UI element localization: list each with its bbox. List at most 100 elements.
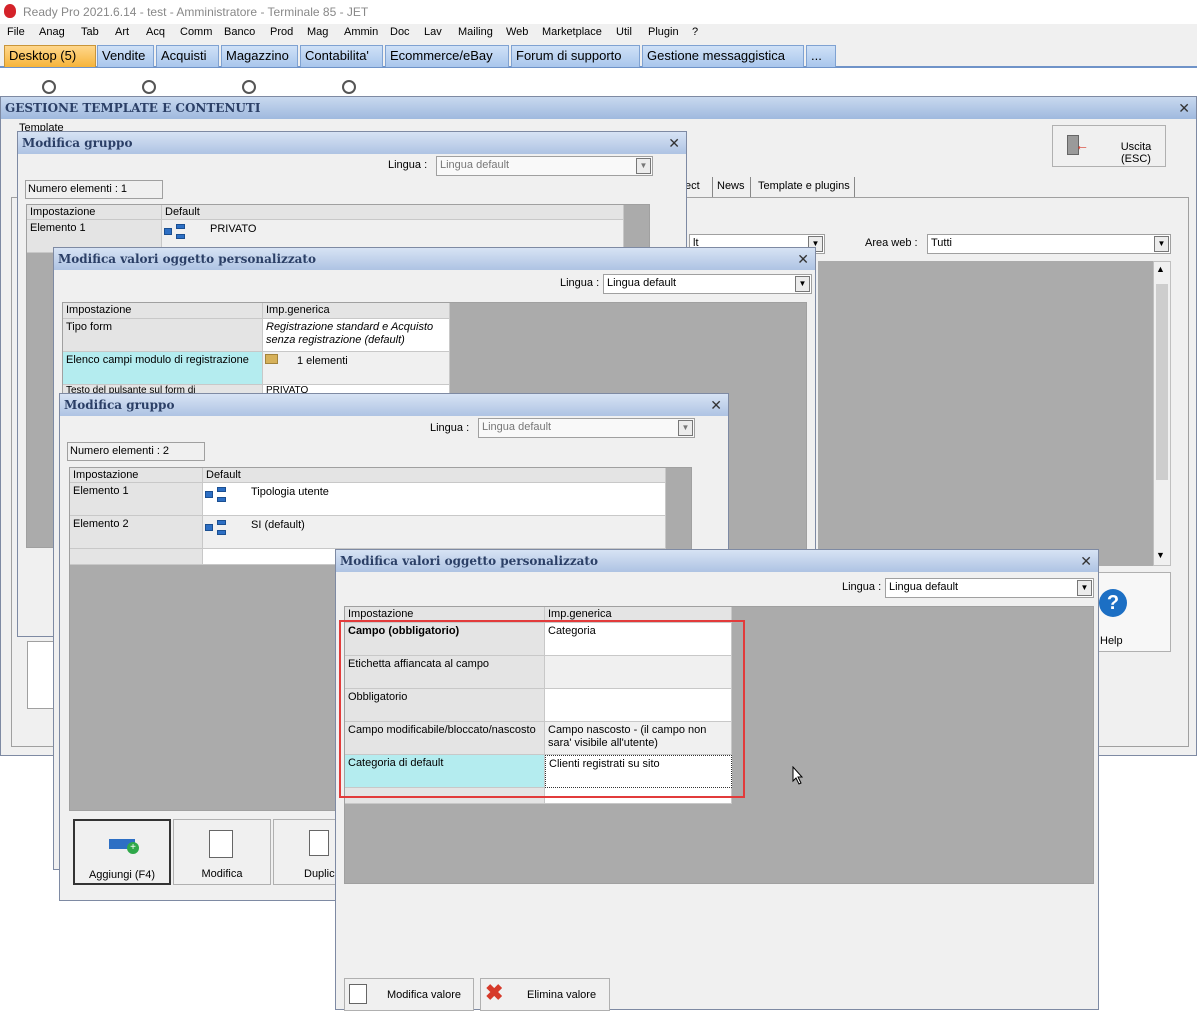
highlight-box (339, 620, 745, 798)
tab-template-plugins[interactable]: Template e plugins (755, 177, 855, 197)
window-title: Modifica valori oggetto personalizzato (340, 554, 598, 568)
edit-icon (209, 830, 233, 858)
lingua-value: Lingua default (482, 421, 552, 433)
add-button[interactable]: + Aggiungi (F4) (73, 819, 171, 885)
user-icon[interactable] (242, 80, 256, 94)
app-title-bar: Ready Pro 2021.6.14 - test - Amministrat… (0, 0, 1197, 24)
user-icon[interactable] (342, 80, 356, 94)
delete-x-icon: ✖ (485, 980, 504, 1005)
user-icon[interactable] (142, 80, 156, 94)
menu-prod[interactable]: Prod (270, 26, 293, 38)
menu-tab[interactable]: Tab (81, 26, 99, 38)
delete-value-button[interactable]: ✖ Elimina valore (480, 978, 610, 1011)
tab-more[interactable]: ... (806, 45, 836, 67)
add-label: Aggiungi (F4) (88, 869, 156, 881)
close-icon[interactable]: ✕ (797, 251, 809, 268)
chevron-down-icon[interactable]: ▼ (678, 420, 693, 436)
column-header: Impostazione (27, 205, 162, 220)
row-value[interactable]: Registrazione standard e Acquisto senza … (263, 319, 450, 352)
preview-area (818, 261, 1153, 566)
menu-mag[interactable]: Mag (307, 26, 328, 38)
app-logo-icon (4, 4, 16, 18)
menu-file[interactable]: File (7, 26, 25, 38)
row-value[interactable]: Tipologia utente (203, 483, 666, 516)
lingua-value: Lingua default (607, 277, 677, 289)
close-icon[interactable]: ✕ (668, 135, 680, 152)
close-icon[interactable]: ✕ (1080, 553, 1092, 570)
lingua-select[interactable]: Lingua default ▼ (436, 156, 653, 176)
row-key[interactable]: Tipo form (63, 319, 263, 352)
tab-news[interactable]: News (715, 177, 751, 197)
desktop-strip (0, 70, 1197, 96)
chevron-down-icon[interactable]: ▼ (1154, 236, 1169, 252)
menu-ammin[interactable]: Ammin (344, 26, 378, 38)
menu-help[interactable]: ? (692, 26, 698, 38)
scroll-thumb[interactable] (1156, 284, 1168, 480)
area-web-select[interactable]: Tutti ▼ (927, 234, 1171, 254)
modifica-valori-window-2: Modifica valori oggetto personalizzato ✕… (335, 549, 1099, 1011)
folder-icon (265, 354, 278, 364)
tab-acquisti[interactable]: Acquisti (156, 45, 219, 67)
menu-lav[interactable]: Lav (424, 26, 442, 38)
lingua-label: Lingua : (388, 159, 428, 171)
app-title: Ready Pro 2021.6.14 - test - Amministrat… (23, 5, 369, 19)
row-value[interactable]: SI (default) (203, 516, 666, 549)
menu-web[interactable]: Web (506, 26, 528, 38)
window-caption: Modifica valori oggetto personalizzato (54, 248, 815, 270)
exit-label: Uscita (ESC) (1120, 141, 1152, 165)
duplicate-button[interactable]: Duplica (273, 819, 341, 885)
close-icon[interactable]: ✕ (710, 397, 722, 414)
row-value-text: 1 elementi (297, 355, 348, 367)
menu-util[interactable]: Util (616, 26, 632, 38)
menu-art[interactable]: Art (115, 26, 129, 38)
help-button[interactable]: ? Help (1095, 572, 1171, 652)
tab-forum[interactable]: Forum di supporto (511, 45, 640, 67)
user-icon[interactable] (42, 80, 56, 94)
scroll-down-icon[interactable]: ▼ (1156, 550, 1165, 560)
tab-ecommerce[interactable]: Ecommerce/eBay (385, 45, 509, 67)
modify-value-button[interactable]: Modifica valore (344, 978, 474, 1011)
window-title: Modifica gruppo (64, 398, 175, 412)
help-label: Help (1100, 635, 1123, 647)
edit-button[interactable]: Modifica (173, 819, 271, 885)
tab-vendite[interactable]: Vendite (97, 45, 154, 67)
tab-magazzino[interactable]: Magazzino (221, 45, 298, 67)
lingua-select[interactable]: Lingua default ▼ (603, 274, 812, 294)
tab-messaggistica[interactable]: Gestione messaggistica (642, 45, 804, 67)
lingua-select[interactable]: Lingua default ▼ (885, 578, 1094, 598)
group-tree-icon (205, 520, 227, 536)
menu-anag[interactable]: Anag (39, 26, 65, 38)
lingua-select[interactable]: Lingua default ▼ (478, 418, 695, 438)
menu-plugin[interactable]: Plugin (648, 26, 679, 38)
duplicate-icon (309, 830, 329, 856)
chevron-down-icon[interactable]: ▼ (636, 158, 651, 174)
area-web-value: Tutti (931, 237, 952, 249)
delete-value-label: Elimina valore (527, 989, 597, 1001)
tab-contabilita[interactable]: Contabilita' (300, 45, 383, 67)
menu-doc[interactable]: Doc (390, 26, 410, 38)
menu-marketplace[interactable]: Marketplace (542, 26, 602, 38)
row-value-text: SI (default) (251, 519, 305, 531)
menu-banco[interactable]: Banco (224, 26, 255, 38)
scroll-up-icon[interactable]: ▲ (1156, 264, 1165, 274)
row-key-empty (70, 549, 203, 565)
window-title: GESTIONE TEMPLATE E CONTENUTI (5, 101, 261, 115)
row-value[interactable]: 1 elementi (263, 352, 450, 385)
row-key[interactable]: Elemento 1 (70, 483, 203, 516)
menu-comm[interactable]: Comm (180, 26, 212, 38)
tab-ect[interactable]: ect (683, 177, 713, 197)
tab-desktop[interactable]: Desktop (5) (4, 45, 96, 67)
row-key-selected[interactable]: Elenco campi modulo di registrazione (63, 352, 263, 385)
chevron-down-icon[interactable]: ▼ (1077, 580, 1092, 596)
vertical-scrollbar[interactable]: ▲ ▼ (1153, 261, 1171, 566)
window-title: Modifica valori oggetto personalizzato (58, 252, 316, 266)
window-caption: Modifica valori oggetto personalizzato (336, 550, 1098, 572)
lingua-value: Lingua default (889, 581, 959, 593)
chevron-down-icon[interactable]: ▼ (795, 276, 810, 292)
row-key[interactable]: Elemento 2 (70, 516, 203, 549)
exit-button[interactable]: ← Uscita (ESC) (1052, 125, 1166, 167)
close-icon[interactable]: ✕ (1178, 100, 1190, 117)
menu-acq[interactable]: Acq (146, 26, 165, 38)
menu-mailing[interactable]: Mailing (458, 26, 493, 38)
lingua-label: Lingua : (430, 422, 470, 434)
